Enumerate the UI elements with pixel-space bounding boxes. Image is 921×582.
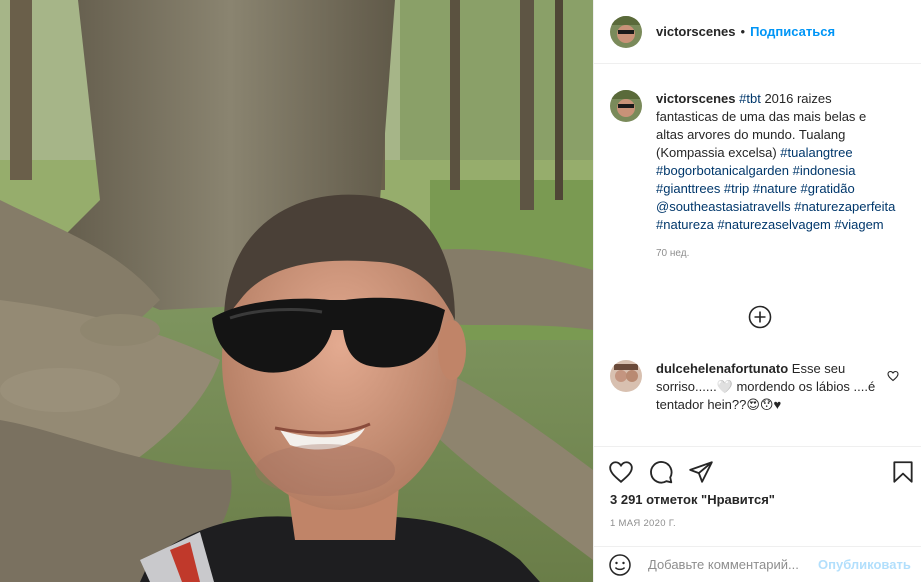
load-more-comments-button[interactable]: [748, 305, 772, 329]
post-dialog: victorscenes • Подписаться victorscenes …: [0, 0, 921, 582]
like-button[interactable]: [608, 459, 634, 485]
caption-avatar[interactable]: [610, 90, 642, 122]
post-photo[interactable]: [0, 0, 593, 582]
post-header: victorscenes • Подписаться: [594, 0, 921, 64]
follow-button[interactable]: Подписаться: [750, 24, 835, 39]
commenter-avatar[interactable]: [610, 360, 642, 392]
commenter-username[interactable]: dulcehelenafortunato: [656, 361, 788, 376]
comment-text: dulcehelenafortunato Esse seu sorriso...…: [656, 360, 876, 414]
plus-circle-icon: [748, 305, 772, 329]
author-avatar[interactable]: [610, 15, 642, 48]
comment-button[interactable]: [648, 459, 674, 485]
likes-count[interactable]: 3 291 отметок "Нравится": [610, 492, 775, 507]
heart-icon: [609, 461, 633, 483]
add-comment-bar: Опубликовать: [594, 546, 921, 582]
heart-outline-icon: [887, 370, 899, 382]
bookmark-icon: [893, 461, 913, 483]
comment-item: dulcehelenafortunato Esse seu sorriso...…: [610, 360, 910, 414]
share-button[interactable]: [688, 459, 714, 485]
post-date[interactable]: 1 МАЯ 2020 Г.: [610, 518, 676, 529]
post-photo-image: [0, 0, 593, 582]
post-caption: victorscenes #tbt 2016 raizes fantastica…: [594, 64, 921, 234]
author-username[interactable]: victorscenes: [656, 24, 736, 39]
save-button[interactable]: [890, 459, 916, 485]
publish-button[interactable]: Опубликовать: [818, 557, 911, 572]
paper-plane-icon: [689, 461, 713, 483]
caption-text: victorscenes #tbt 2016 raizes fantastica…: [656, 90, 896, 234]
action-bar: [594, 446, 921, 485]
caption-username[interactable]: victorscenes: [656, 91, 736, 106]
hashtag-tbt[interactable]: #tbt: [739, 91, 761, 106]
comment-bubble-icon: [650, 461, 673, 484]
smiley-icon: [609, 553, 631, 576]
comment-like-button[interactable]: [887, 370, 899, 382]
caption-time: 70 нед.: [656, 248, 690, 259]
comment-input[interactable]: [648, 557, 818, 572]
separator-dot: •: [740, 24, 746, 39]
post-side-panel: victorscenes • Подписаться victorscenes …: [593, 0, 921, 582]
emoji-button[interactable]: [608, 553, 632, 577]
